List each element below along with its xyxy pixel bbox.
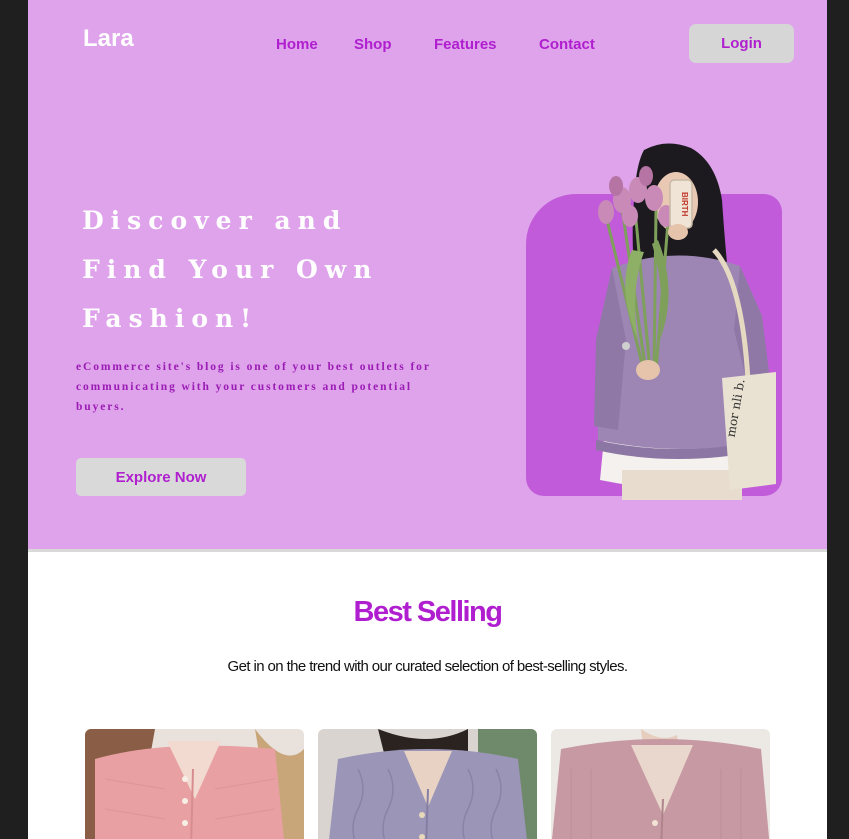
product-card-3[interactable] bbox=[551, 729, 770, 839]
nav-features[interactable]: Features bbox=[434, 36, 497, 53]
nav-home[interactable]: Home bbox=[276, 36, 318, 53]
login-button[interactable]: Login bbox=[689, 24, 794, 63]
hero-title-line-2: Find Your Own bbox=[82, 255, 379, 284]
mauve-v-neck-cardigan-image bbox=[551, 729, 770, 839]
explore-now-button[interactable]: Explore Now bbox=[76, 458, 246, 496]
hero-title: Discover and Find Your Own Fashion! bbox=[82, 196, 502, 343]
model-photo: mor nli b. BIRTH bbox=[594, 143, 776, 500]
phone-case-print: BIRTH bbox=[680, 192, 689, 217]
product-card-1[interactable] bbox=[85, 729, 304, 839]
hero-section: Lara Home Shop Features Contact Login Di… bbox=[28, 0, 827, 549]
hero-divider bbox=[28, 549, 827, 552]
lavender-cable-knit-cardigan-image bbox=[318, 729, 537, 839]
hero-image: mor nli b. BIRTH bbox=[526, 140, 782, 500]
brand-logo[interactable]: Lara bbox=[83, 25, 134, 53]
nav-shop[interactable]: Shop bbox=[354, 36, 392, 53]
pink-knit-cardigan-image bbox=[85, 729, 304, 839]
page: Lara Home Shop Features Contact Login Di… bbox=[28, 0, 827, 839]
hero-title-line-1: Discover and bbox=[82, 206, 348, 235]
nav-contact[interactable]: Contact bbox=[539, 36, 595, 53]
hero-description: eCommerce site's blog is one of your bes… bbox=[76, 361, 431, 413]
hero-title-line-3: Fashion! bbox=[82, 304, 259, 333]
best-selling-title: Best Selling bbox=[353, 596, 504, 628]
best-selling-subtitle: Get in on the trend with our curated sel… bbox=[227, 658, 629, 675]
product-card-2[interactable] bbox=[318, 729, 537, 839]
